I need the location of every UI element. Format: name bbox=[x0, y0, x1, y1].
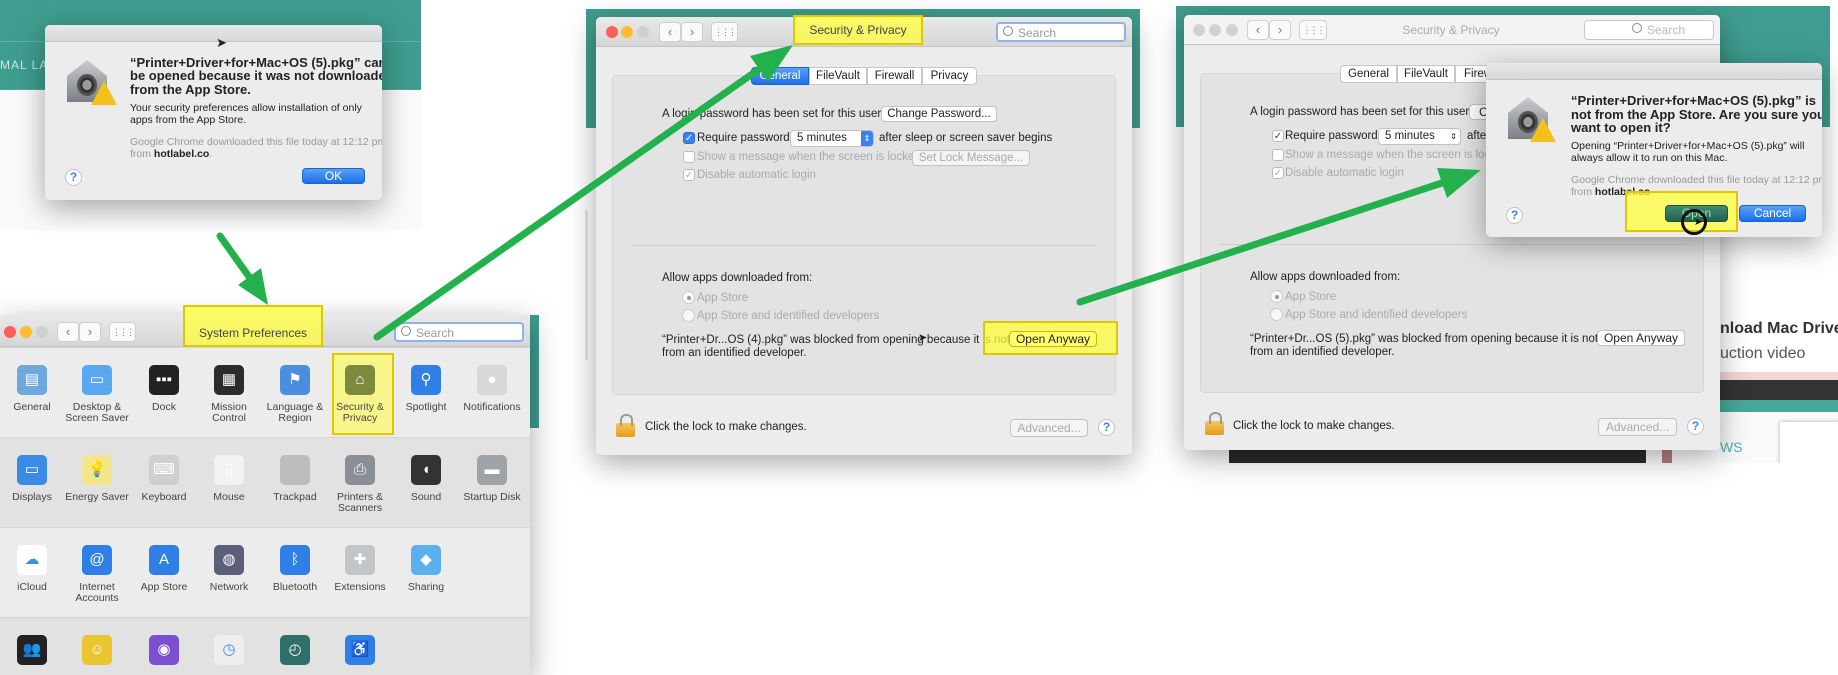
arrow-to-open-dialog bbox=[1076, 168, 1481, 306]
arrow-to-security-privacy bbox=[373, 45, 793, 341]
arrow-to-system-preferences bbox=[216, 232, 268, 305]
annotation-arrows bbox=[216, 45, 1481, 341]
